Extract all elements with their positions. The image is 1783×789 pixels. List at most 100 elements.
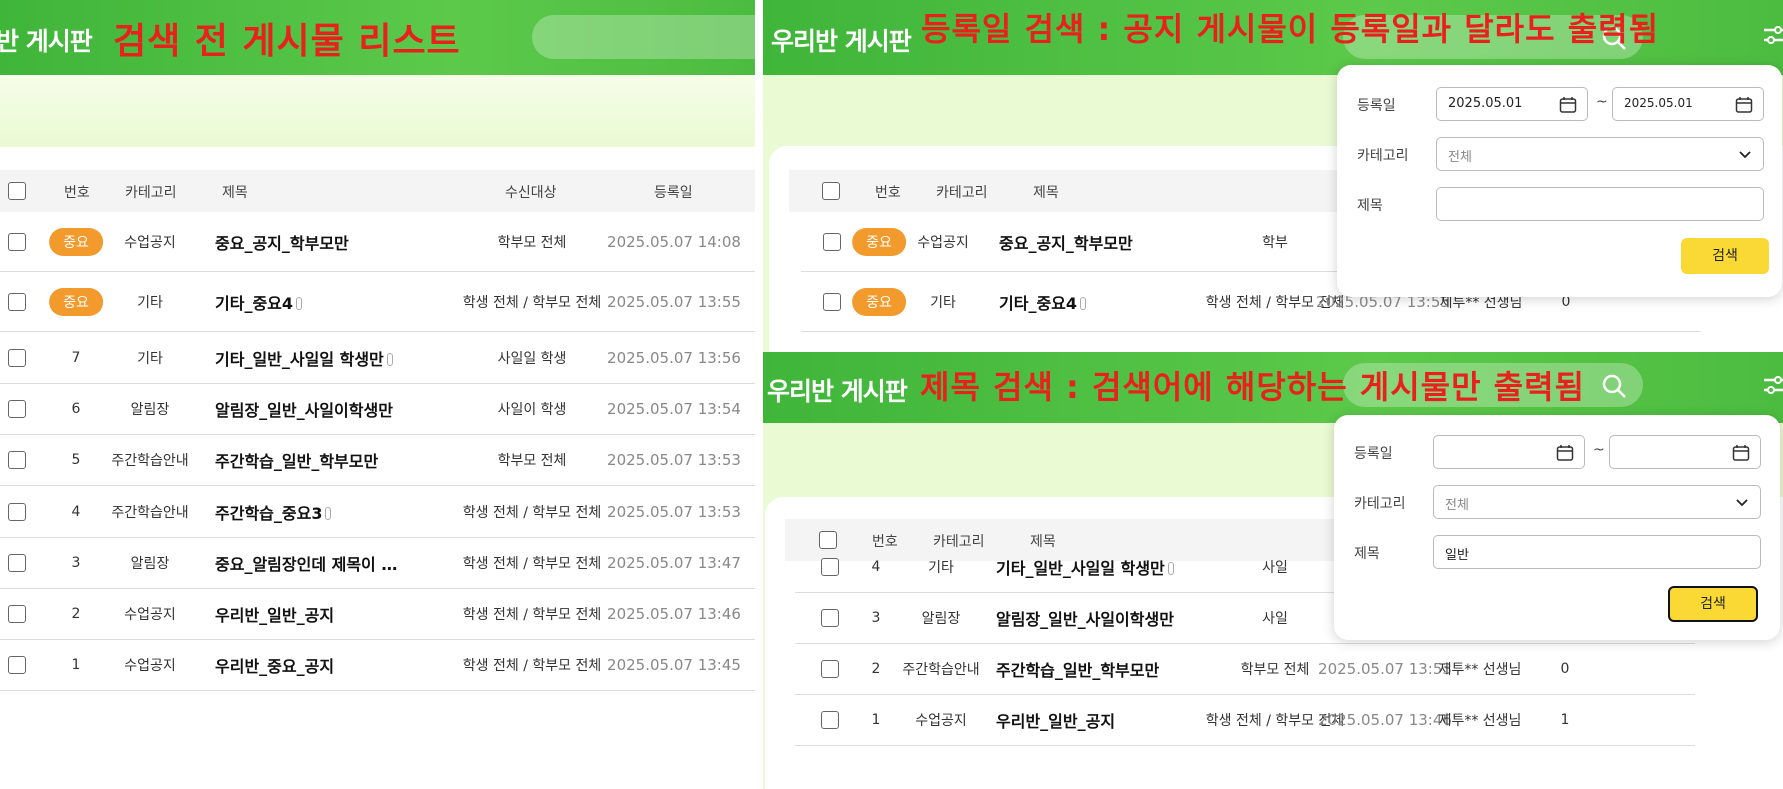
post-title[interactable]: 중요_공지_학부모만: [999, 230, 1133, 254]
board-header: 우리반 게시판 등록일 검색 : 공지 게시물이 등록일과 달라도 출력됨: [763, 0, 1783, 75]
calendar-icon[interactable]: [1735, 96, 1753, 114]
search-icon[interactable]: [1601, 373, 1627, 399]
date-label: 등록일: [1357, 98, 1396, 114]
category-value: 전체: [1448, 150, 1472, 165]
post-title-text: 중요_공지_학부모만: [999, 233, 1133, 253]
col-target: 수신대상: [505, 185, 557, 201]
post-number: 3: [871, 610, 881, 626]
post-number: 4: [71, 503, 81, 520]
table-row[interactable]: 5 주간학습안내 주간학습_일반_학부모만 학부모 전체 2025.05.07 13:5…: [0, 435, 755, 486]
calendar-icon[interactable]: [1559, 96, 1577, 114]
post-title[interactable]: 알림장_일반_사일이학생만: [215, 397, 393, 421]
post-category: 주간학습안내: [111, 504, 189, 521]
table-row[interactable]: 4 주간학습안내 주간학습_중요3 학생 전체 / 학부모 전체 2025.05.07 …: [0, 486, 755, 538]
table-row[interactable]: 1 수업공지 우리반_일반_공지 학생 전체 / 학부모 전체 2025.05.07 1…: [795, 695, 1695, 746]
post-title-text: 우리반_일반_공지: [996, 712, 1116, 731]
title-search-panel: 우리반 게시판 제목 검색 : 검색어에 해당하는 게시물만 출력됨 번호 카테…: [763, 352, 1783, 789]
category-label: 카테고리: [1354, 496, 1406, 512]
calendar-icon[interactable]: [1732, 444, 1750, 462]
row-checkbox[interactable]: [823, 292, 841, 311]
row-checkbox[interactable]: [8, 232, 26, 251]
post-title[interactable]: 기타_일반_사일일 학생만: [996, 555, 1174, 579]
post-title[interactable]: 주간학습_중요3: [215, 500, 332, 524]
table-row[interactable]: 3 알림장 중요_알림장인데 제목이 … 학생 전체 / 학부모 전체 2025.05.…: [0, 538, 755, 589]
row-checkbox[interactable]: [8, 292, 26, 311]
col-date: 등록일: [654, 185, 693, 201]
post-number: 1: [871, 712, 881, 728]
row-checkbox[interactable]: [8, 348, 26, 367]
table-row[interactable]: 2 수업공지 우리반_일반_공지 학생 전체 / 학부모 전체 2025.05.07 1…: [0, 589, 755, 640]
post-number: 1: [71, 657, 81, 673]
category-select[interactable]: 전체: [1433, 485, 1761, 519]
post-title[interactable]: 중요_알림장인데 제목이 …: [215, 551, 397, 575]
date-from-input[interactable]: 2025.05.01: [1436, 87, 1588, 121]
row-checkbox[interactable]: [8, 400, 26, 418]
date-from-value: 2025.05.01: [1448, 96, 1523, 111]
post-title[interactable]: 주간학습_일반_학부모만: [996, 657, 1159, 681]
row-checkbox[interactable]: [8, 502, 26, 521]
date-label: 등록일: [1354, 446, 1393, 462]
table-row[interactable]: 7 기타 기타_일반_사일일 학생만 사일일 학생 2025.05.07 13:56: [0, 332, 755, 384]
select-all-checkbox[interactable]: [8, 182, 26, 200]
row-checkbox[interactable]: [821, 660, 839, 678]
post-number: 6: [71, 401, 81, 417]
filter-sliders-icon[interactable]: [1761, 22, 1783, 50]
col-title: 제목: [1033, 185, 1059, 201]
post-title[interactable]: 우리반_일반_공지: [215, 602, 334, 626]
date-search-panel: 우리반 게시판 등록일 검색 : 공지 게시물이 등록일과 달라도 출력됨 번호…: [763, 0, 1783, 352]
post-title[interactable]: 알림장_일반_사일이학생만: [996, 606, 1174, 630]
annotation-text: 등록일 검색 : 공지 게시물이 등록일과 달라도 출력됨: [921, 10, 1660, 48]
table-row[interactable]: 중요 기타 기타_중요4 학생 전체 / 학부모 전체 2025.05.07 13:55: [0, 272, 755, 332]
col-title: 제목: [222, 185, 248, 201]
post-title[interactable]: 우리반_일반_공지: [996, 708, 1115, 732]
post-target: 학생 전체 / 학부모 전체: [462, 658, 602, 674]
title-input[interactable]: [1436, 187, 1764, 221]
search-button[interactable]: 검색: [1681, 238, 1769, 274]
category-select[interactable]: 전체: [1436, 137, 1764, 171]
post-date: 2025.05.07 13:47: [607, 554, 741, 572]
post-title-text: 중요_알림장인데 제목이 …: [215, 555, 398, 574]
row-checkbox[interactable]: [8, 605, 26, 623]
post-title[interactable]: 기타_중요4: [999, 290, 1087, 314]
post-date: 2025.05.07 13:53: [607, 451, 741, 469]
calendar-icon[interactable]: [1556, 444, 1574, 462]
title-input[interactable]: 일반: [1433, 535, 1761, 569]
post-number: 5: [71, 452, 81, 468]
table-row[interactable]: 중요 수업공지 중요_공지_학부모만 학부모 전체 2025.05.07 14:08: [0, 212, 755, 272]
post-title-text: 기타_중요4: [215, 293, 294, 313]
post-date: 2025.05.07 13:55: [607, 292, 741, 311]
date-to-input[interactable]: 2025.05.01: [1612, 87, 1764, 121]
post-title[interactable]: 주간학습_일반_학부모만: [215, 448, 378, 472]
table-row[interactable]: 1 수업공지 우리반_중요_공지 학생 전체 / 학부모 전체 2025.05.07 1…: [0, 640, 755, 691]
row-checkbox[interactable]: [8, 554, 26, 572]
search-bar[interactable]: [532, 15, 755, 59]
post-category: 수업공지: [124, 607, 176, 623]
post-title[interactable]: 중요_공지_학부모만: [215, 230, 349, 254]
col-category: 카테고리: [936, 185, 988, 201]
post-title[interactable]: 기타_중요4: [215, 290, 303, 314]
row-checkbox[interactable]: [821, 711, 839, 729]
post-date: 2025.05.07 13:46: [607, 605, 741, 623]
post-title[interactable]: 우리반_중요_공지: [215, 653, 334, 677]
table-row[interactable]: 2 주간학습안내 주간학습_일반_학부모만 학부모 전체 2025.05.07 13:5…: [795, 644, 1695, 695]
chevron-down-icon: [1736, 499, 1748, 507]
post-target: 사일일 학생: [497, 350, 567, 367]
post-date: 2025.05.07 14:08: [607, 232, 741, 251]
row-checkbox[interactable]: [8, 656, 26, 674]
filter-sliders-icon[interactable]: [1761, 372, 1783, 400]
post-number: 3: [71, 555, 81, 571]
row-checkbox[interactable]: [821, 609, 839, 627]
search-button[interactable]: 검색: [1668, 586, 1758, 622]
row-checkbox[interactable]: [821, 558, 839, 576]
annotation-text: 검색 전 게시물 리스트: [113, 21, 461, 62]
table-row[interactable]: 6 알림장 알림장_일반_사일이학생만 사일이 학생 2025.05.07 13:54: [0, 384, 755, 435]
post-category: 알림장: [921, 611, 961, 627]
select-all-checkbox[interactable]: [822, 182, 840, 200]
date-from-input[interactable]: [1433, 435, 1585, 469]
date-to-input[interactable]: [1609, 435, 1761, 469]
row-checkbox[interactable]: [823, 232, 841, 251]
post-title-text: 우리반_중요_공지: [215, 657, 335, 676]
row-checkbox[interactable]: [8, 451, 26, 469]
importance-badge: 중요: [49, 227, 103, 256]
post-title[interactable]: 기타_일반_사일일 학생만: [215, 346, 393, 370]
